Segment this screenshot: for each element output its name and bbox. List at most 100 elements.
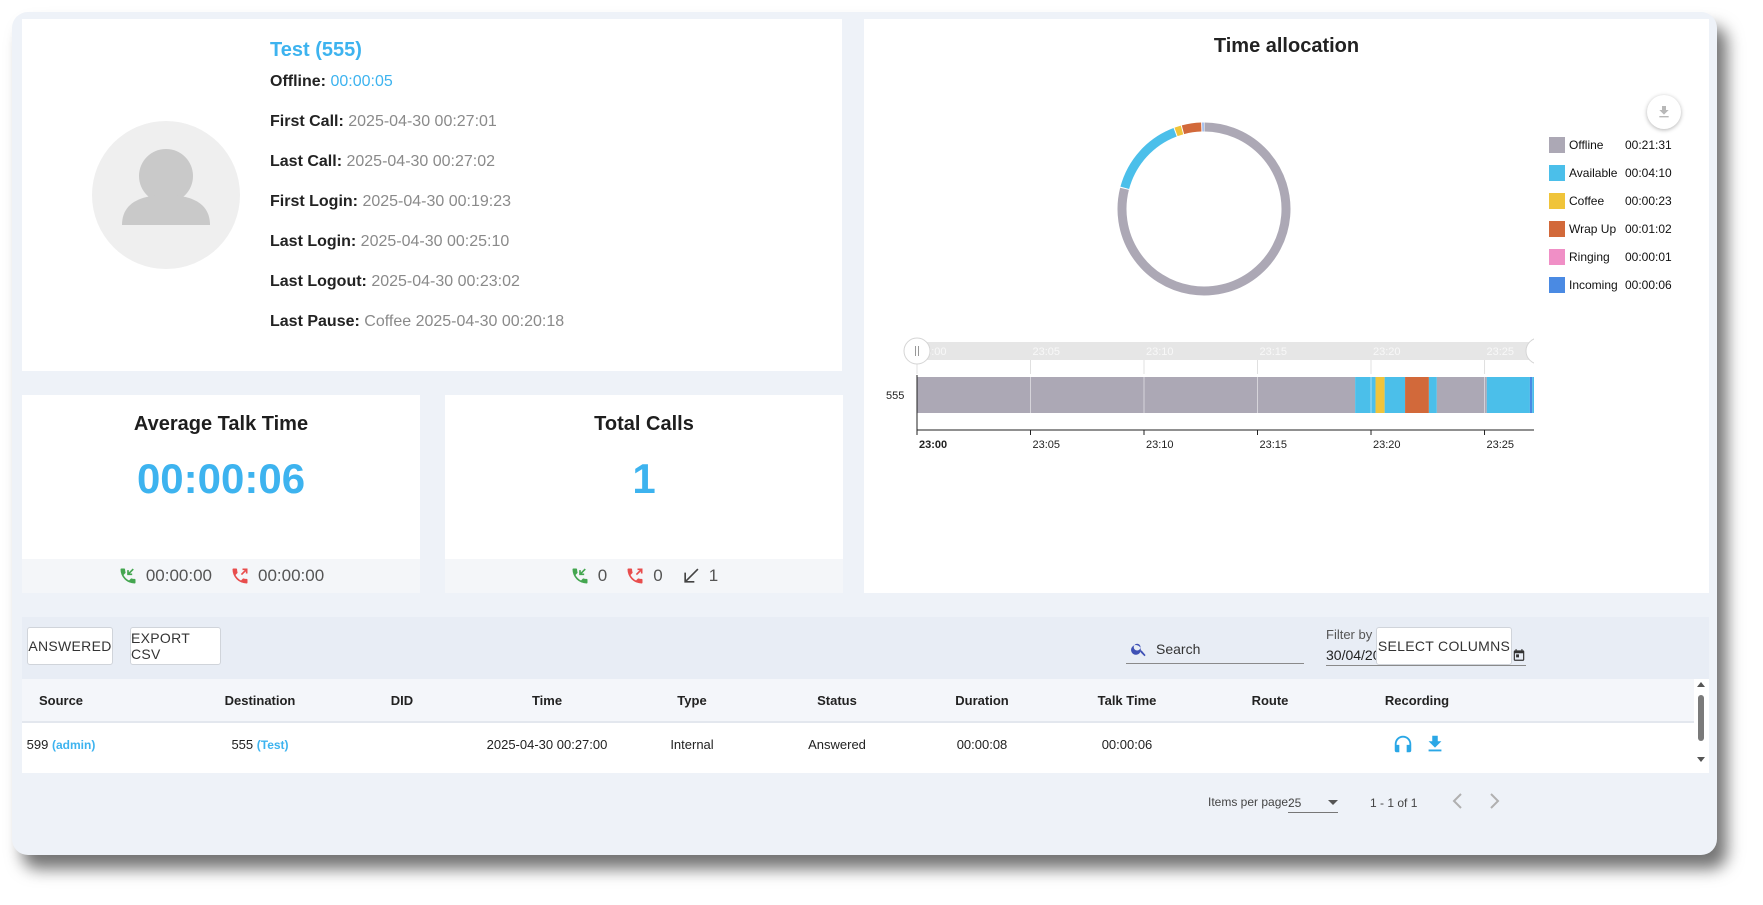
donut-slice-wrap-up[interactable] — [1181, 122, 1202, 135]
donut-slice-coffee[interactable] — [1174, 125, 1184, 137]
agent-info: Test (555) Offline: 00:00:05 First Call: … — [270, 39, 564, 352]
column-header[interactable]: Destination — [210, 693, 310, 708]
column-header[interactable]: Duration — [932, 693, 1032, 708]
timeline-segment-offline[interactable] — [917, 377, 1356, 413]
legend-time: 00:21:31 — [1625, 138, 1672, 152]
legend-item[interactable]: Available 00:04:10 — [1549, 159, 1685, 187]
agent-info-rows: Offline: 00:00:05 First Call: 2025-04-30 … — [270, 72, 564, 352]
column-header[interactable]: Status — [787, 693, 887, 708]
calls-toolbar: ANSWERED EXPORT CSV Search Filter by dat… — [22, 617, 1709, 679]
paginator: Items per page: 25 1 - 1 of 1 — [22, 773, 1709, 833]
user-silhouette-icon — [122, 149, 210, 225]
scroll-thumb[interactable] — [1698, 695, 1704, 741]
timeline-segment-offline[interactable] — [1436, 377, 1487, 413]
navigator-tick-label: 23:15 — [1260, 346, 1288, 358]
column-header[interactable]: Recording — [1362, 693, 1472, 708]
cell-source: 599 (admin) — [26, 737, 96, 752]
navigator-track — [917, 342, 1534, 360]
scroll-up-arrow[interactable] — [1697, 682, 1705, 687]
incoming-call-icon — [120, 568, 136, 584]
total-calls-value: 1 — [632, 455, 656, 502]
legend-swatch — [1549, 137, 1565, 153]
legend-item[interactable]: Wrap Up 00:01:02 — [1549, 215, 1685, 243]
search-input[interactable]: Search — [1126, 634, 1304, 664]
dashboard-frame: Test (555) Offline: 00:00:05 First Call: … — [12, 12, 1717, 855]
agent-info-label: Last Login: — [270, 233, 357, 250]
agent-info-row: Last Pause: Coffee 2025-04-30 00:20:18 — [270, 312, 564, 352]
calendar-icon[interactable] — [1512, 648, 1526, 662]
avatar — [92, 121, 240, 269]
donut-slice-available[interactable] — [1120, 128, 1177, 190]
legend-item[interactable]: Ringing 00:00:01 — [1549, 243, 1685, 271]
status-timeline: 23:00 23:05 23:10 23:15 23:20 23:2555523:00 23… — [886, 337, 1534, 451]
scroll-down-arrow[interactable] — [1697, 757, 1705, 762]
average-talk-time-value: 00:00:06 — [136, 455, 306, 502]
timeline-segment-coffee[interactable] — [1375, 377, 1385, 413]
column-header[interactable]: Time — [477, 693, 617, 708]
outbound-calls-count: 0 — [653, 566, 663, 585]
select-columns-button[interactable]: SELECT COLUMNS — [1376, 627, 1512, 665]
table-header: Source Destination DID Time Type Status Durati… — [22, 679, 1694, 723]
range-start-handle[interactable] — [903, 337, 931, 365]
total-calls-breakdown: 0 0 1 — [445, 559, 843, 593]
cell-destination: 555 (Test) — [231, 737, 289, 752]
column-header[interactable]: Talk Time — [1077, 693, 1177, 708]
table-scrollbar[interactable] — [1695, 681, 1707, 769]
source-name-link[interactable]: (admin) — [52, 738, 95, 752]
agent-info-label: First Call: — [270, 113, 344, 130]
cell-recording — [1384, 733, 1454, 755]
legend-item[interactable]: Coffee 00:00:23 — [1549, 187, 1685, 215]
next-page-icon[interactable] — [1486, 791, 1502, 811]
download-recording-icon[interactable] — [1424, 733, 1446, 755]
average-inbound-talk-time: 00:00:00 — [145, 566, 212, 585]
answered-button[interactable]: ANSWERED — [27, 627, 113, 665]
chart-download-button[interactable] — [1647, 95, 1681, 129]
legend-swatch — [1549, 249, 1565, 265]
timeline-segment-available[interactable] — [1486, 377, 1530, 413]
page-range: 1 - 1 of 1 — [1370, 796, 1418, 810]
cell-duration: 00:00:08 — [956, 737, 1008, 752]
legend-label: Coffee — [1569, 194, 1605, 208]
column-header[interactable]: Type — [642, 693, 742, 708]
legend-label: Wrap Up — [1569, 222, 1617, 236]
time-allocation-donut — [1117, 122, 1291, 296]
previous-page-icon[interactable] — [1450, 791, 1466, 811]
agent-info-label: Last Pause: — [270, 313, 360, 330]
timeline-segment-available[interactable] — [1428, 377, 1437, 413]
legend-item[interactable]: Offline 00:21:31 — [1549, 131, 1685, 159]
legend-item[interactable]: Incoming 00:00:06 — [1549, 271, 1685, 299]
column-header[interactable]: DID — [382, 693, 422, 708]
agent-info-value: 2025-04-30 00:27:01 — [348, 113, 497, 130]
column-header[interactable]: Source — [22, 693, 100, 708]
table-row[interactable]: 599 (admin) 555 (Test) 2025-04-30 00:27:… — [22, 723, 1694, 767]
legend-time: 00:00:01 — [1625, 250, 1672, 264]
navigator-tick-label: 23:05 — [1033, 346, 1061, 358]
incoming-call-icon — [572, 568, 588, 584]
chevron-down-icon — [1328, 799, 1338, 805]
outgoing-call-icon — [232, 568, 248, 584]
agent-info-row: Last Call: 2025-04-30 00:27:02 — [270, 152, 564, 192]
timeline-tick-label: 23:00 — [919, 439, 947, 451]
agent-info-row: Last Login: 2025-04-30 00:25:10 — [270, 232, 564, 272]
timeline-segment-available[interactable] — [1384, 377, 1406, 413]
export-csv-button[interactable]: EXPORT CSV — [130, 627, 221, 665]
internal-call-arrow-icon — [684, 568, 699, 583]
column-header[interactable]: Route — [1220, 693, 1320, 708]
timeline-segment-available[interactable] — [1532, 377, 1534, 413]
agent-profile-card: Test (555) Offline: 00:00:05 First Call: … — [22, 19, 842, 371]
page-size-value: 25 — [1288, 795, 1302, 810]
range-end-handle[interactable] — [1525, 338, 1534, 364]
total-calls-card: Total Calls 1 0 0 1 — [445, 395, 843, 593]
destination-name-link[interactable]: (Test) — [257, 738, 289, 752]
cell-time: 2025-04-30 00:27:00 — [486, 737, 608, 752]
page-size-select[interactable]: 25 — [1288, 793, 1338, 813]
timeline-tick-label: 23:05 — [1033, 439, 1061, 451]
average-talk-time-breakdown: 00:00:00 00:00:00 — [22, 559, 420, 593]
cell-status: Answered — [808, 737, 866, 752]
legend-time: 00:01:02 — [1625, 222, 1672, 236]
navigator-tick-label: 23:25 — [1487, 346, 1515, 358]
headphones-icon[interactable] — [1392, 733, 1414, 755]
timeline-segment-available[interactable] — [1355, 377, 1376, 413]
timeline-segment-wrap-up[interactable] — [1405, 377, 1429, 413]
timeline-segment-incoming[interactable] — [1529, 377, 1533, 413]
